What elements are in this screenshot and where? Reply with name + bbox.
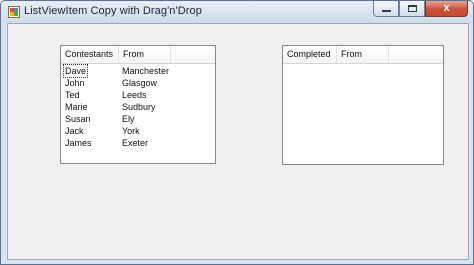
list-item-from: Sudbury [122, 102, 156, 112]
app-icon [8, 6, 20, 18]
list-item-name: Jack [65, 126, 84, 136]
close-icon: x [443, 2, 450, 14]
list-item-name: Marie [65, 102, 88, 112]
minimize-button[interactable] [373, 1, 399, 17]
column-header-from[interactable]: From [337, 46, 389, 63]
column-header-completed[interactable]: Completed [283, 46, 337, 63]
list-item-name: Susan [65, 114, 91, 124]
list-item-name: Dave [62, 64, 89, 78]
title-bar[interactable]: ListViewItem Copy with Drag'n'Drop x [1, 1, 473, 23]
column-header-filler [389, 46, 443, 63]
window-title: ListViewItem Copy with Drag'n'Drop [24, 5, 202, 17]
form-client-area: Contestants From Dave Manchester John Glasg… [7, 23, 469, 260]
list-item-from: York [122, 126, 140, 136]
app-window: ListViewItem Copy with Drag'n'Drop x Con… [0, 0, 474, 265]
list-item-from: Exeter [122, 138, 149, 148]
column-header-filler [171, 46, 215, 63]
minimize-icon [382, 10, 391, 12]
column-header-from[interactable]: From [119, 46, 171, 63]
completed-listview[interactable]: Completed From [282, 45, 444, 165]
close-button[interactable]: x [425, 1, 468, 17]
list-item-name: Ted [65, 90, 80, 100]
completed-header: Completed From [283, 46, 443, 64]
list-item-name: John [65, 78, 85, 88]
column-header-contestants[interactable]: Contestants [61, 46, 119, 63]
list-item-from: Ely [122, 114, 135, 124]
list-item-from: Manchester [122, 66, 170, 76]
contestants-header: Contestants From [61, 46, 215, 64]
caption-buttons: x [373, 1, 468, 18]
list-item-from: Glasgow [122, 78, 158, 88]
maximize-icon [408, 5, 417, 12]
list-item-from: Leeds [122, 90, 147, 100]
maximize-button[interactable] [399, 1, 425, 17]
contestants-listview[interactable]: Contestants From Dave Manchester John Glasg… [60, 45, 216, 164]
list-item-name: James [65, 138, 92, 148]
